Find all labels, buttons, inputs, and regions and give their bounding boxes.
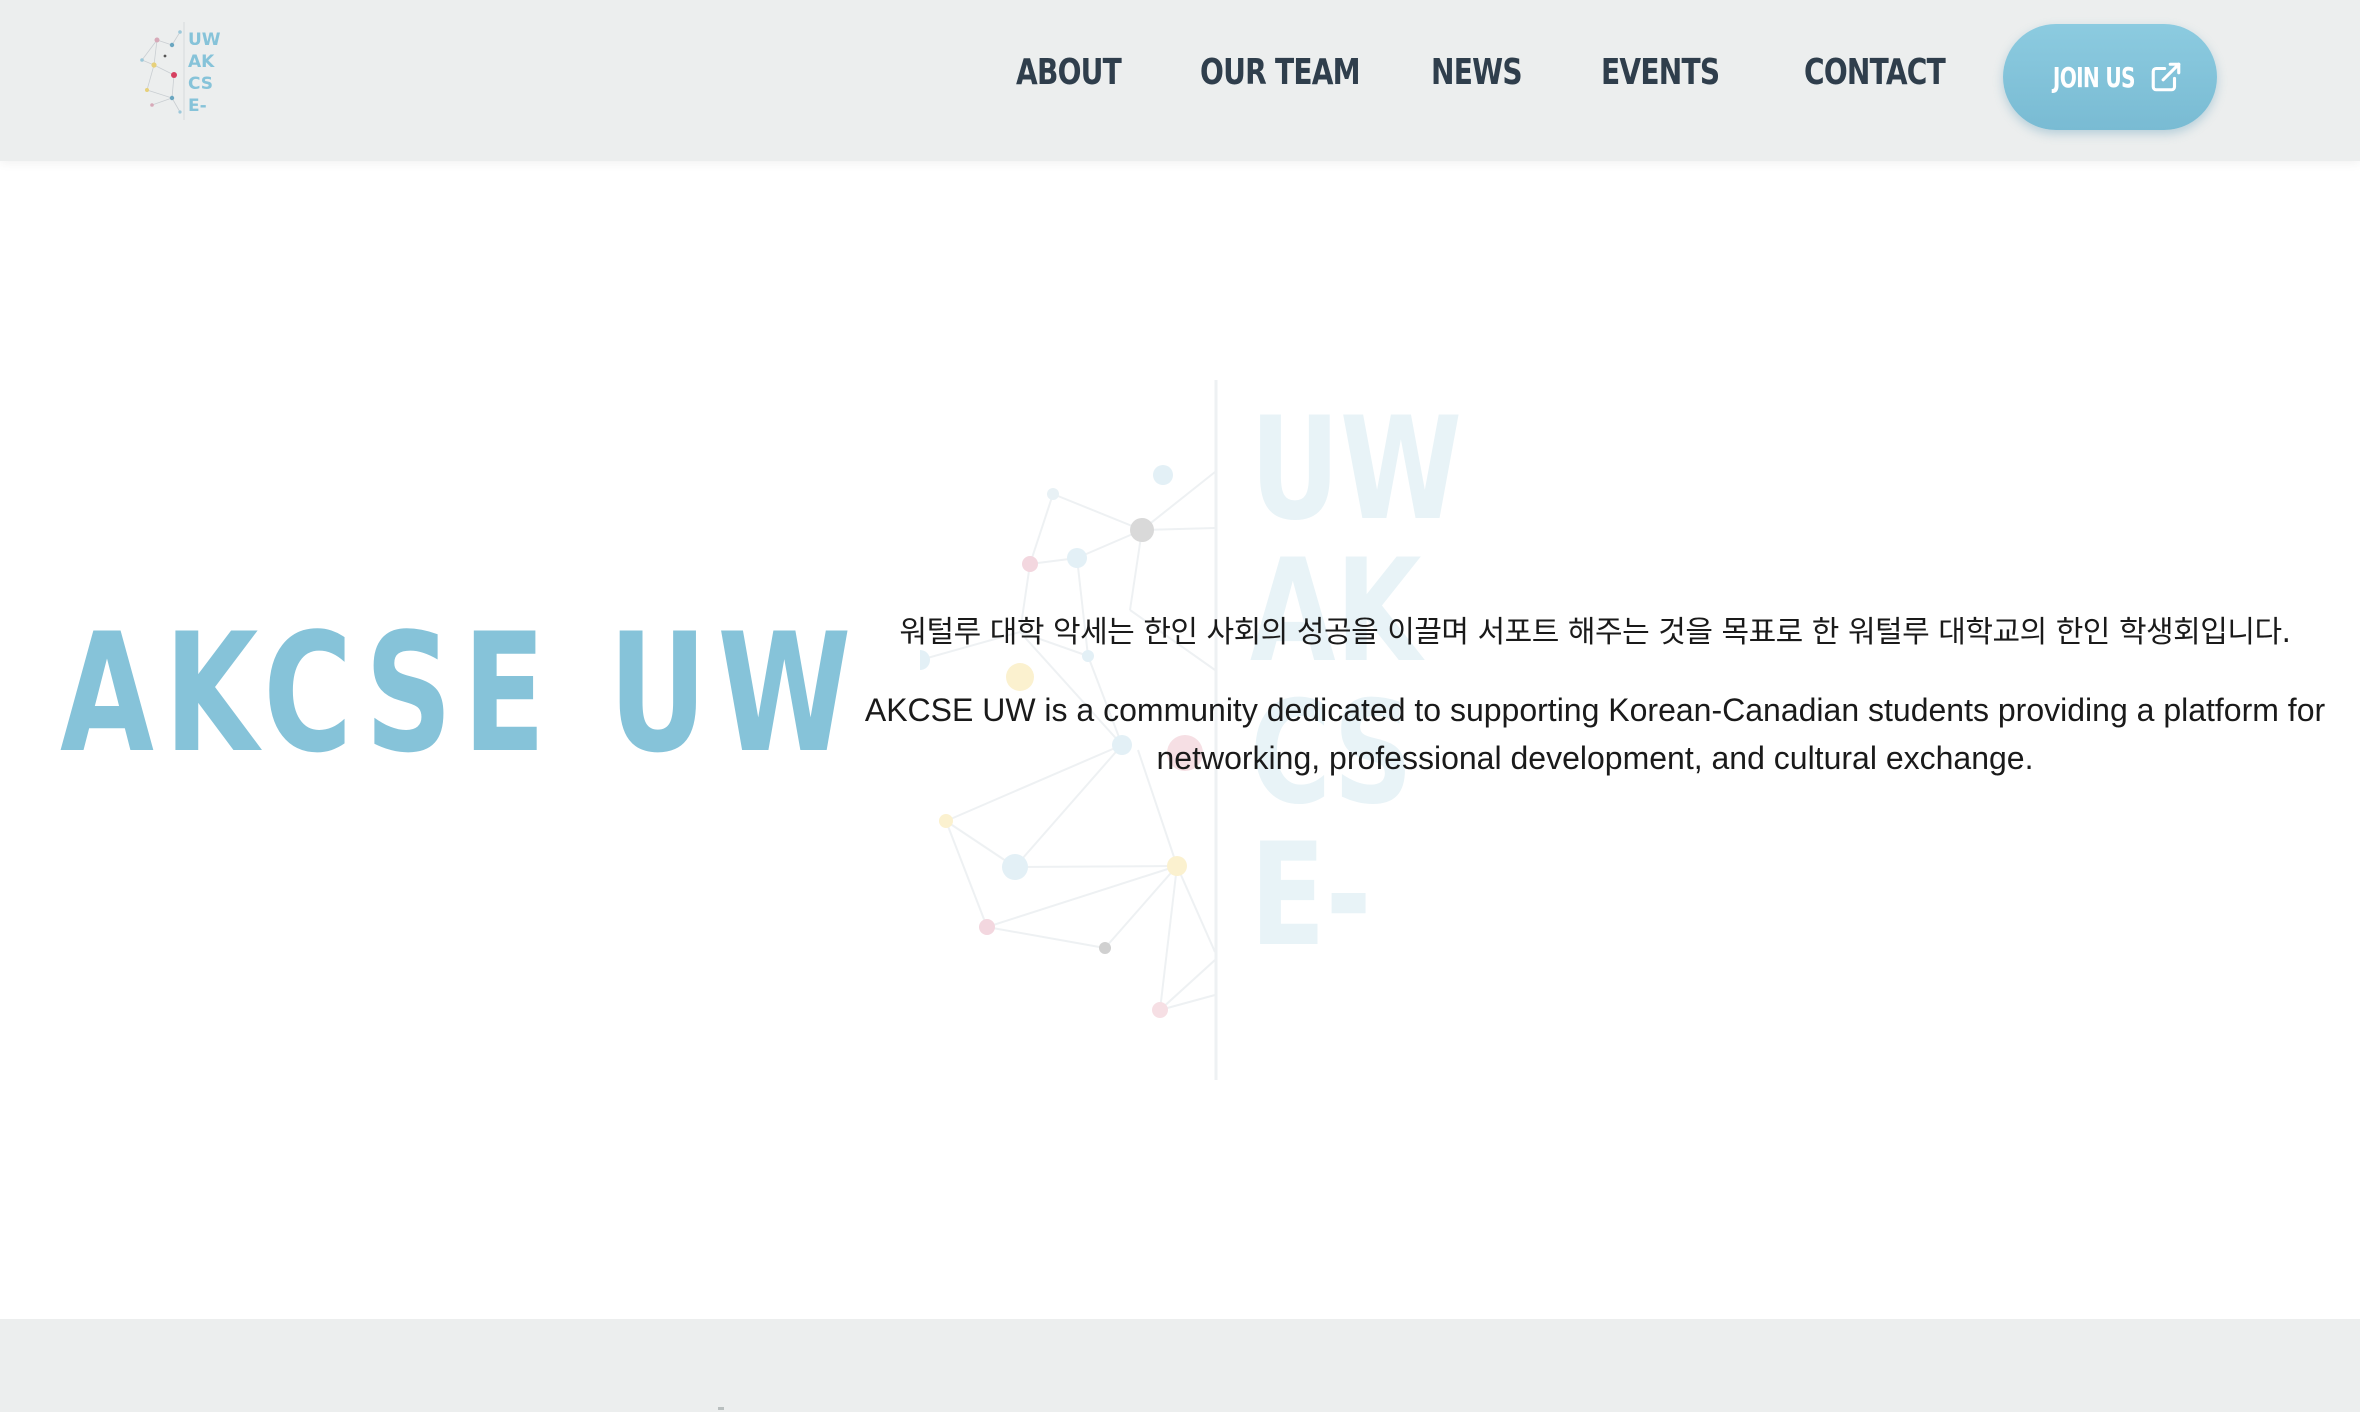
svg-text:E-: E- xyxy=(188,96,207,116)
nav-news[interactable]: NEWS xyxy=(1431,52,1523,93)
nav-events[interactable]: EVENTS xyxy=(1601,52,1720,93)
svg-text:UW: UW xyxy=(1250,388,1462,553)
svg-text:E-: E- xyxy=(1250,814,1372,979)
hero-korean-text: 워털루 대학 악세는 한인 사회의 성공을 이끌며 서포트 해주는 것을 목표로… xyxy=(899,615,2291,650)
divider-mark xyxy=(718,1407,724,1410)
external-link-icon xyxy=(2149,60,2183,94)
site-header: UW AK CS E- ABOUT OUR TEAM NEWS EVENTS C… xyxy=(0,0,2360,161)
nav-contact[interactable]: CONTACT xyxy=(1804,52,1946,93)
svg-text:CS: CS xyxy=(188,74,213,94)
hero-title: AKCSE UW xyxy=(60,598,862,789)
akcse-logo[interactable]: UW AK CS E- xyxy=(132,20,222,120)
join-us-label: JOIN US xyxy=(2053,60,2136,94)
hero-description: 워털루 대학 악세는 한인 사회의 성공을 이끌며 서포트 해주는 것을 목표로… xyxy=(840,610,2350,782)
svg-text:UW: UW xyxy=(188,30,221,50)
hero-english-text: AKCSE UW is a community dedicated to sup… xyxy=(864,692,2326,776)
nav-about[interactable]: ABOUT xyxy=(1016,52,1122,93)
svg-text:AK: AK xyxy=(188,52,215,72)
join-us-button[interactable]: JOIN US xyxy=(2003,24,2217,130)
nav-our-team[interactable]: OUR TEAM xyxy=(1200,52,1361,93)
next-section-band xyxy=(0,1319,2360,1412)
akcse-network-logo-icon: UW AK CS E- xyxy=(140,22,221,120)
